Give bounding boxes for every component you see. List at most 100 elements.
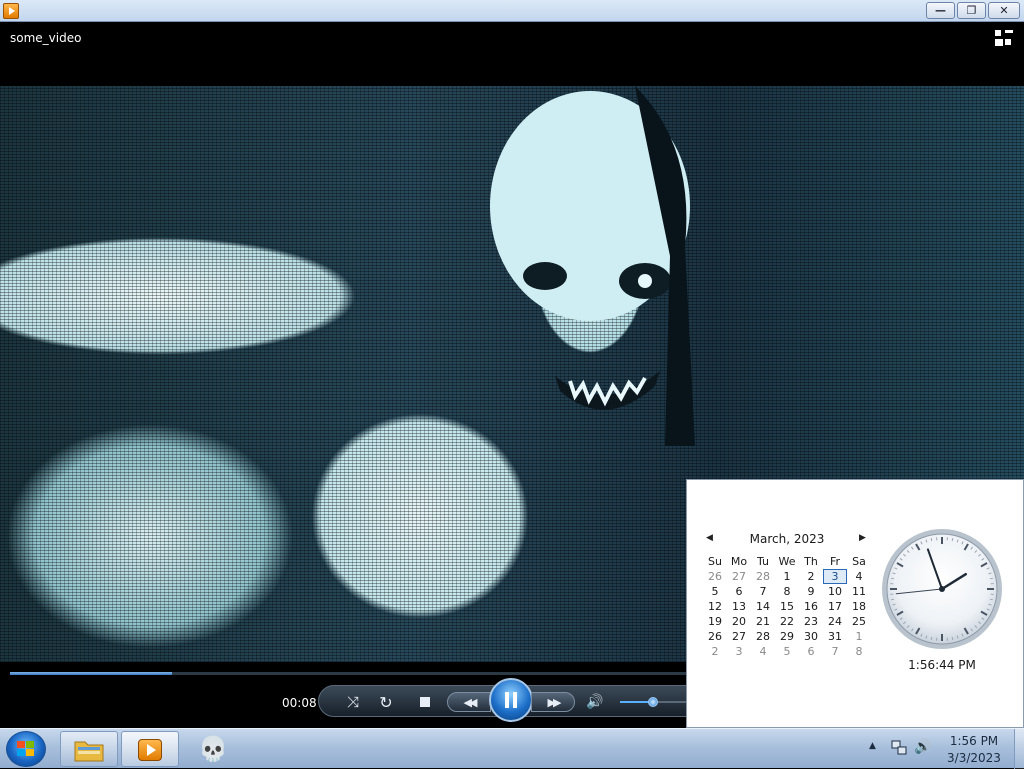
clock-tick — [891, 578, 894, 579]
calendar-day[interactable]: 23 — [799, 614, 823, 629]
taskbar: 💀 ▲ 🔊 1:56 PM 3/3/2023 — [0, 728, 1024, 768]
show-desktop-button[interactable] — [1014, 729, 1024, 769]
mute-button[interactable]: 🔊 — [586, 693, 604, 711]
shuffle-icon[interactable]: ⤨ — [343, 693, 363, 711]
calendar-day[interactable]: 7 — [751, 584, 775, 599]
calendar-week-row: 2627281234 — [703, 569, 871, 584]
calendar-day[interactable]: 2 — [703, 644, 727, 659]
calendar-day[interactable]: 7 — [823, 644, 847, 659]
calendar-day[interactable]: 19 — [703, 614, 727, 629]
calendar-week-row: 567891011 — [703, 584, 871, 599]
clock-calendar-flyout: ◀ March, 2023 ▶ SuMoTuWeThFrSa2627281234… — [686, 479, 1024, 728]
taskbar-media-player-button[interactable] — [121, 731, 179, 767]
calendar-day[interactable]: 9 — [799, 584, 823, 599]
calendar-day[interactable]: 28 — [751, 629, 775, 644]
calendar-day[interactable]: 28 — [751, 569, 775, 584]
previous-button[interactable]: ◀◀ — [447, 692, 491, 712]
network-icon[interactable] — [890, 739, 908, 757]
calendar-day[interactable]: 6 — [799, 644, 823, 659]
calendar-day[interactable]: 27 — [727, 569, 751, 584]
show-hidden-icons-icon[interactable]: ▲ — [869, 741, 879, 751]
restore-button[interactable]: ❐ — [957, 2, 986, 19]
calendar-day[interactable]: 2 — [799, 569, 823, 584]
seek-progress — [10, 672, 172, 675]
clock-tick — [990, 599, 993, 600]
skull-icon[interactable]: 💀 — [198, 734, 226, 764]
calendar-day[interactable]: 1 — [847, 629, 871, 644]
calendar-day[interactable]: 26 — [703, 629, 727, 644]
calendar-day[interactable]: 29 — [775, 629, 799, 644]
calendar-day[interactable]: 26 — [703, 569, 727, 584]
clock-tick — [931, 538, 932, 541]
volume-slider-thumb[interactable] — [648, 697, 658, 707]
calendar-weekday: Th — [799, 554, 823, 569]
calendar-day[interactable]: 12 — [703, 599, 727, 614]
calendar-day[interactable]: 4 — [751, 644, 775, 659]
calendar-weekday: Fr — [823, 554, 847, 569]
minimize-icon: — — [935, 5, 946, 16]
switch-to-library-icon[interactable] — [995, 30, 1013, 46]
calendar-day[interactable]: 31 — [823, 629, 847, 644]
video-title: some_video — [10, 31, 81, 45]
clock-tick — [931, 637, 932, 640]
calendar-day[interactable]: 8 — [775, 584, 799, 599]
calendar-weekday: Mo — [727, 554, 751, 569]
next-month-icon[interactable]: ▶ — [859, 533, 869, 543]
calendar-weekday: We — [775, 554, 799, 569]
rewind-icon: ◀◀ — [464, 696, 475, 709]
repeat-icon[interactable]: ↻ — [376, 692, 396, 712]
close-icon: ✕ — [999, 5, 1008, 16]
calendar-day[interactable]: 30 — [799, 629, 823, 644]
calendar-day[interactable]: 27 — [727, 629, 751, 644]
start-button[interactable] — [6, 731, 46, 767]
calendar-day[interactable]: 3 — [727, 644, 751, 659]
taskbar-explorer-button[interactable] — [60, 731, 118, 767]
taskbar-clock[interactable]: 1:56 PM 3/3/2023 — [940, 733, 1008, 767]
speaker-icon: 🔊 — [586, 694, 603, 710]
calendar-day[interactable]: 13 — [727, 599, 751, 614]
taskbar-date: 3/3/2023 — [940, 750, 1008, 767]
calendar-day[interactable]: 15 — [775, 599, 799, 614]
clock-tick — [952, 637, 953, 640]
windows-logo-icon — [17, 741, 35, 757]
calendar-day[interactable]: 6 — [727, 584, 751, 599]
calendar-week-row: 2627282930311 — [703, 629, 871, 644]
calendar-day[interactable]: 11 — [847, 584, 871, 599]
calendar-day[interactable]: 5 — [775, 644, 799, 659]
calendar-day[interactable]: 18 — [847, 599, 871, 614]
calendar-day[interactable]: 17 — [823, 599, 847, 614]
elapsed-time: 00:08 — [282, 696, 317, 710]
calendar-month-label[interactable]: March, 2023 — [727, 532, 847, 546]
minimize-button[interactable]: — — [926, 2, 955, 19]
calendar-day[interactable]: 5 — [703, 584, 727, 599]
calendar-weekday-row: SuMoTuWeThFrSa — [703, 554, 871, 569]
calendar-day-today[interactable]: 3 — [823, 569, 847, 584]
calendar-day[interactable]: 22 — [775, 614, 799, 629]
next-button[interactable]: ▶▶ — [531, 692, 575, 712]
calendar-day[interactable]: 14 — [751, 599, 775, 614]
calendar-day[interactable]: 16 — [799, 599, 823, 614]
calendar-day[interactable]: 21 — [751, 614, 775, 629]
title-bar[interactable]: — ❐ ✕ — [0, 0, 1024, 22]
calendar-day[interactable]: 24 — [823, 614, 847, 629]
stop-button[interactable] — [418, 695, 432, 709]
stop-icon — [420, 697, 430, 707]
previous-month-icon[interactable]: ◀ — [706, 533, 716, 543]
calendar-weekday: Sa — [847, 554, 871, 569]
media-player-app-icon[interactable] — [3, 3, 19, 19]
pause-icon — [505, 692, 509, 708]
close-button[interactable]: ✕ — [988, 2, 1020, 19]
calendar-day[interactable]: 20 — [727, 614, 751, 629]
calendar-weekday: Su — [703, 554, 727, 569]
seek-bar[interactable] — [10, 672, 686, 675]
calendar-week-row: 19202122232425 — [703, 614, 871, 629]
calendar-day[interactable]: 8 — [847, 644, 871, 659]
volume-icon[interactable]: 🔊 — [914, 739, 932, 757]
calendar-day[interactable]: 25 — [847, 614, 871, 629]
play-pause-button[interactable] — [489, 678, 533, 722]
restore-icon: ❐ — [967, 5, 977, 16]
calendar-day[interactable]: 4 — [847, 569, 871, 584]
clock-tick — [891, 599, 894, 600]
calendar-day[interactable]: 1 — [775, 569, 799, 584]
calendar-day[interactable]: 10 — [823, 584, 847, 599]
